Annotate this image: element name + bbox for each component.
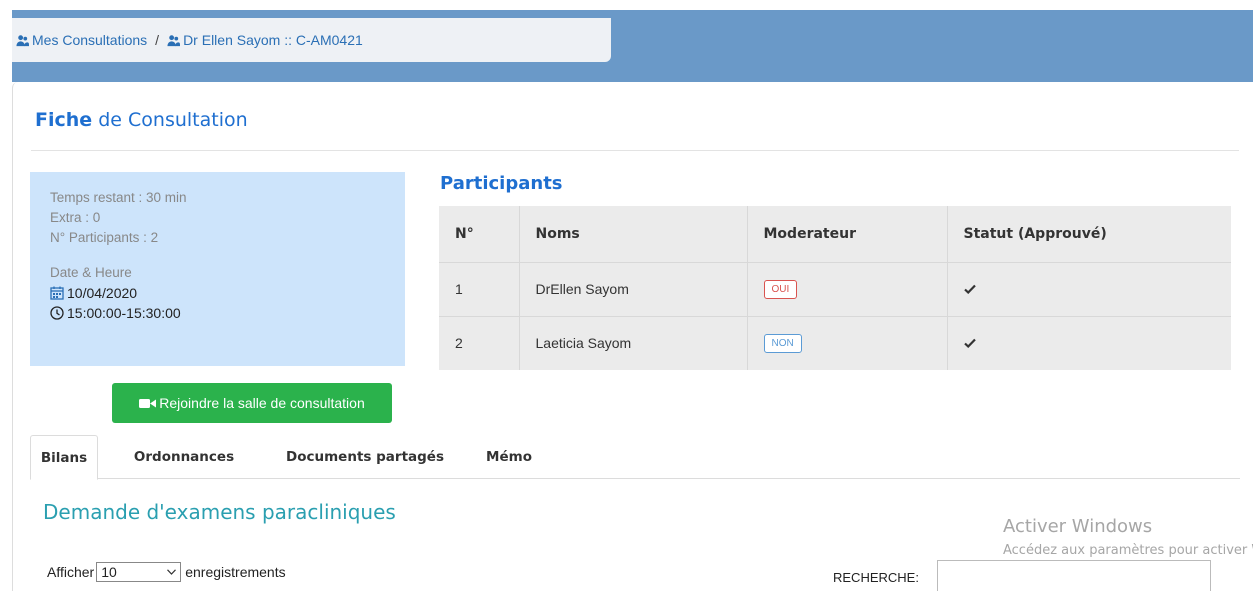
consultation-date: 10/04/2020	[50, 283, 385, 303]
moderator-cell: OUI	[746, 261, 947, 316]
tab-bar: Bilans Ordonnances Documents partagés Mé…	[30, 435, 1240, 480]
check-icon	[963, 284, 976, 294]
breadcrumb-current: Dr Ellen Sayom :: C-AM0421	[183, 32, 363, 48]
table-header-row: N° Noms Moderateur Statut (Approuvé)	[439, 206, 1231, 263]
windows-activation-watermark-title: Activer Windows	[1003, 516, 1153, 537]
clock-icon	[50, 306, 64, 320]
moderator-badge-no: NON	[763, 334, 802, 354]
page-title: Fiche de Consultation	[35, 109, 248, 131]
participants-title: Participants	[440, 173, 563, 194]
consultation-card: Fiche de Consultation Temps restant : 30…	[12, 82, 1253, 591]
breadcrumb-separator: /	[155, 32, 160, 48]
windows-activation-watermark-text: Accédez aux paramètres pour activer Wind…	[1003, 543, 1253, 558]
date-time-label: Date & Heure	[50, 265, 132, 280]
show-suffix: enregistrements	[185, 564, 286, 580]
table-row: 1 DrEllen Sayom OUI	[439, 261, 1231, 316]
column-header-moderator: Moderateur	[746, 206, 947, 263]
tab-ordonnances[interactable]: Ordonnances	[113, 435, 255, 479]
moderator-cell: NON	[746, 315, 947, 370]
chevron-down-icon	[167, 569, 177, 575]
calendar-icon	[50, 286, 64, 300]
tab-documents-partages[interactable]: Documents partagés	[270, 435, 460, 479]
extra-count: Extra : 0	[50, 210, 101, 225]
join-consultation-button[interactable]: Rejoindre la salle de consultation	[112, 383, 392, 423]
page-size-value: 10	[101, 564, 117, 580]
consultation-info-box: Temps restant : 30 min Extra : 0 N° Part…	[30, 172, 405, 366]
column-header-number: N°	[439, 206, 519, 263]
participants-count: N° Participants : 2	[50, 230, 159, 245]
search-input[interactable]	[937, 560, 1211, 591]
status-cell	[946, 261, 1231, 316]
users-icon	[16, 34, 29, 46]
participant-number: 2	[439, 315, 519, 370]
participant-name: Laeticia Sayom	[518, 315, 747, 370]
divider	[31, 150, 1239, 151]
tab-memo[interactable]: Mémo	[472, 435, 546, 479]
moderator-badge-yes: OUI	[763, 280, 798, 299]
time-remaining: Temps restant : 30 min	[50, 190, 187, 205]
table-row: 2 Laeticia Sayom NON	[439, 315, 1231, 370]
participant-name: DrEllen Sayom	[518, 261, 747, 316]
breadcrumb: Mes Consultations / Dr Ellen Sayom :: C-…	[12, 18, 611, 62]
page-size-control: Afficher 10 enregistrements	[47, 562, 286, 582]
user-doctor-icon	[167, 34, 181, 46]
participant-number: 1	[439, 261, 519, 316]
status-cell	[946, 315, 1231, 370]
page-size-select[interactable]: 10	[96, 562, 182, 582]
column-header-names: Noms	[518, 206, 747, 263]
show-prefix: Afficher	[47, 564, 95, 580]
consultation-time: 15:00:00-15:30:00	[50, 303, 385, 323]
search-label: RECHERCHE:	[833, 570, 919, 585]
tab-bilans[interactable]: Bilans	[30, 435, 98, 480]
video-camera-icon	[139, 398, 157, 408]
column-header-status: Statut (Approuvé)	[946, 206, 1231, 263]
participants-table: N° Noms Moderateur Statut (Approuvé) 1 D…	[439, 206, 1231, 370]
section-title: Demande d'examens paracliniques	[43, 500, 396, 524]
breadcrumb-link-consultations[interactable]: Mes Consultations	[32, 32, 147, 48]
check-icon	[963, 338, 976, 349]
